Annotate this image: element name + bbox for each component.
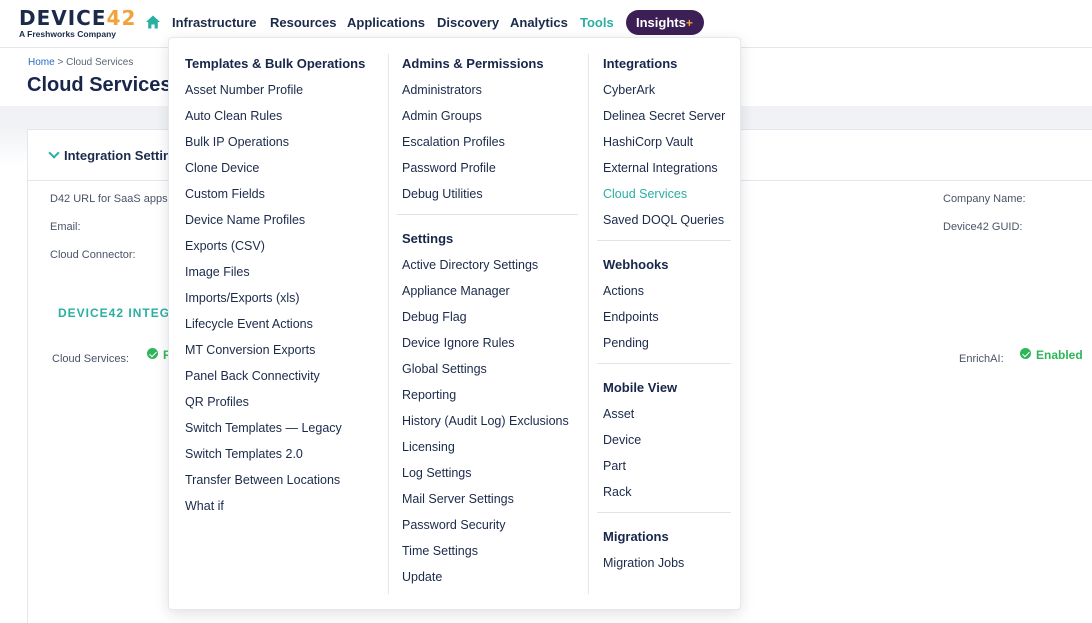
logo-text-accent: 42 [106, 6, 137, 30]
menu-section-divider [597, 512, 731, 513]
menu-item-active-directory-settings[interactable]: Active Directory Settings [402, 257, 538, 273]
menu-item-clone-device[interactable]: Clone Device [185, 160, 259, 176]
templates-bulk-operations-heading: Templates & Bulk Operations [185, 56, 366, 71]
menu-item-external-integrations[interactable]: External Integrations [603, 160, 718, 176]
integrations-heading: Integrations [603, 56, 678, 71]
menu-section-divider [397, 214, 578, 215]
logo-text: DEVICE [19, 6, 107, 30]
page-title: Cloud Services [27, 74, 172, 96]
nav-resources[interactable]: Resources [270, 15, 336, 30]
menu-item-custom-fields[interactable]: Custom Fields [185, 186, 265, 202]
nav-discovery[interactable]: Discovery [437, 15, 499, 30]
menu-item-password-profile[interactable]: Password Profile [402, 160, 496, 176]
nav-tools[interactable]: Tools [580, 15, 614, 30]
migrations-heading: Migrations [603, 529, 669, 544]
menu-item-what-if[interactable]: What if [185, 498, 224, 514]
nav-applications[interactable]: Applications [347, 15, 425, 30]
menu-item-image-files[interactable]: Image Files [185, 264, 250, 280]
breadcrumb-home-link[interactable]: Home [28, 57, 55, 68]
menu-item-admin-groups[interactable]: Admin Groups [402, 108, 482, 124]
logo-subtitle: A Freshworks Company [19, 29, 116, 39]
nav-analytics[interactable]: Analytics [510, 15, 568, 30]
menu-item-administrators[interactable]: Administrators [402, 82, 482, 98]
menu-item-reporting[interactable]: Reporting [402, 387, 456, 403]
menu-item-mt-conversion-exports[interactable]: MT Conversion Exports [185, 342, 315, 358]
insights-plus-button[interactable]: Insights+ [626, 10, 704, 35]
menu-item-pending[interactable]: Pending [603, 335, 649, 351]
enrichai-label: EnrichAI: [959, 353, 1004, 365]
nav-infrastructure[interactable]: Infrastructure [172, 15, 257, 30]
menu-item-actions[interactable]: Actions [603, 283, 644, 299]
menu-item-device-name-profiles[interactable]: Device Name Profiles [185, 212, 305, 228]
menu-item-endpoints[interactable]: Endpoints [603, 309, 659, 325]
menu-section-divider [597, 240, 731, 241]
menu-item-appliance-manager[interactable]: Appliance Manager [402, 283, 510, 299]
device42-guid-label: Device42 GUID: [943, 221, 1023, 233]
chevron-down-icon [48, 147, 60, 159]
check-circle-icon [1020, 348, 1031, 359]
breadcrumb-current: Cloud Services [66, 57, 134, 68]
company-name-label: Company Name: [943, 193, 1026, 205]
column-divider [388, 54, 389, 594]
menu-item-imports-exports-xls[interactable]: Imports/Exports (xls) [185, 290, 300, 306]
menu-item-mail-server-settings[interactable]: Mail Server Settings [402, 491, 514, 507]
cloud-services-label: Cloud Services: [52, 353, 130, 365]
menu-item-bulk-ip-operations[interactable]: Bulk IP Operations [185, 134, 289, 150]
menu-item-password-security[interactable]: Password Security [402, 517, 506, 533]
integration-settings-toggle[interactable]: Integration Settings [48, 147, 186, 163]
menu-item-global-settings[interactable]: Global Settings [402, 361, 487, 377]
menu-item-auto-clean-rules[interactable]: Auto Clean Rules [185, 108, 282, 124]
insights-plus-mark: + [685, 16, 693, 30]
menu-item-switch-templates-2-0[interactable]: Switch Templates 2.0 [185, 446, 303, 462]
menu-item-saved-doql-queries[interactable]: Saved DOQL Queries [603, 212, 724, 228]
breadcrumb-separator: > [57, 57, 64, 68]
enrichai-status: Enabled [1036, 348, 1083, 362]
menu-item-lifecycle-event-actions[interactable]: Lifecycle Event Actions [185, 316, 313, 332]
menu-item-migration-jobs[interactable]: Migration Jobs [603, 555, 684, 571]
home-icon[interactable] [145, 14, 161, 30]
menu-item-history-audit-log-exclusions[interactable]: History (Audit Log) Exclusions [402, 413, 569, 429]
insights-label: Insights [636, 15, 686, 30]
menu-item-switch-templates-legacy[interactable]: Switch Templates — Legacy [185, 420, 342, 436]
menu-item-licensing[interactable]: Licensing [402, 439, 455, 455]
menu-item-panel-back-connectivity[interactable]: Panel Back Connectivity [185, 368, 320, 384]
settings-heading: Settings [402, 231, 454, 246]
cloud-connector-label: Cloud Connector: [50, 249, 136, 261]
device42-logo[interactable]: DEVICE42 A Freshworks Company [19, 8, 136, 39]
menu-item-log-settings[interactable]: Log Settings [402, 465, 472, 481]
menu-item-cloud-services[interactable]: Cloud Services [603, 186, 687, 202]
menu-item-device-ignore-rules[interactable]: Device Ignore Rules [402, 335, 515, 351]
admins-permissions-heading: Admins & Permissions [402, 56, 544, 71]
menu-item-qr-profiles[interactable]: QR Profiles [185, 394, 249, 410]
menu-item-debug-utilities[interactable]: Debug Utilities [402, 186, 483, 202]
check-circle-icon [147, 348, 158, 359]
menu-section-divider [597, 363, 731, 364]
breadcrumb: Home > Cloud Services [28, 57, 133, 68]
menu-item-rack[interactable]: Rack [603, 484, 631, 500]
menu-item-delinea-secret-server[interactable]: Delinea Secret Server [603, 108, 725, 124]
menu-item-exports-csv[interactable]: Exports (CSV) [185, 238, 265, 254]
menu-item-asset[interactable]: Asset [603, 406, 634, 422]
menu-item-debug-flag[interactable]: Debug Flag [402, 309, 467, 325]
menu-item-device[interactable]: Device [603, 432, 641, 448]
menu-item-asset-number-profile[interactable]: Asset Number Profile [185, 82, 303, 98]
column-divider [588, 54, 589, 594]
menu-item-transfer-between-locations[interactable]: Transfer Between Locations [185, 472, 340, 488]
menu-item-time-settings[interactable]: Time Settings [402, 543, 478, 559]
menu-item-part[interactable]: Part [603, 458, 626, 474]
menu-item-hashicorp-vault[interactable]: HashiCorp Vault [603, 134, 693, 150]
mobile-view-heading: Mobile View [603, 380, 678, 395]
menu-item-escalation-profiles[interactable]: Escalation Profiles [402, 134, 505, 150]
webhooks-heading: Webhooks [603, 257, 669, 272]
menu-item-update[interactable]: Update [402, 569, 442, 585]
tools-dropdown-menu: Templates & Bulk Operations Asset Number… [168, 37, 741, 610]
email-label: Email: [50, 221, 81, 233]
d42-url-label: D42 URL for SaaS apps [50, 193, 168, 205]
menu-item-cyberark[interactable]: CyberArk [603, 82, 655, 98]
